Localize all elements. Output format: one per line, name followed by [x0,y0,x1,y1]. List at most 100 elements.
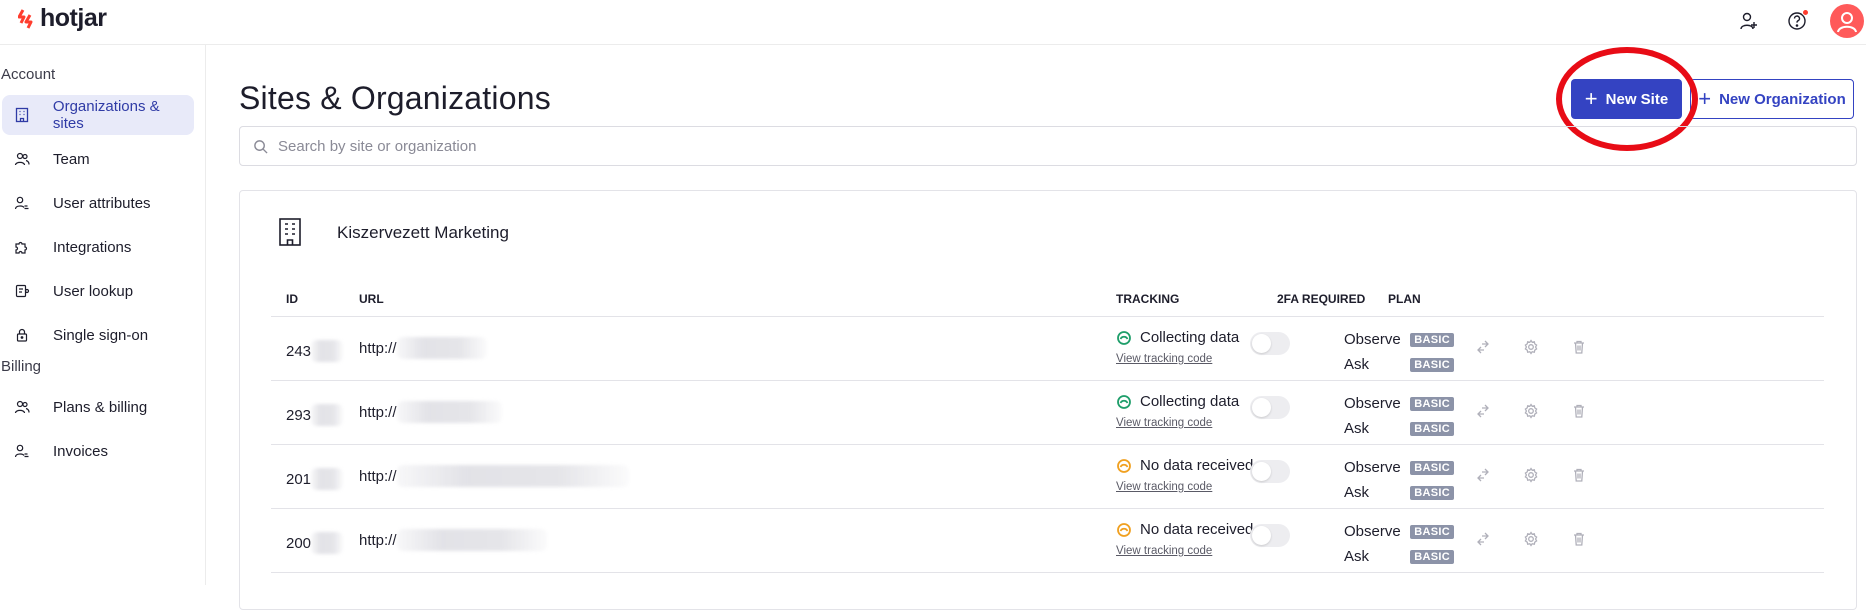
trash-icon[interactable] [1569,337,1589,357]
site-url[interactable]: http:// [359,529,547,551]
plan-info: Observe BASIC Ask BASIC [1344,519,1454,569]
plan-badge: BASIC [1410,396,1454,411]
sidebar-item-label: Organizations & sites [52,98,160,132]
sidebar-item-team[interactable]: Team [2,139,194,179]
sites-table: ID URL TRACKING 2FA REQUIRED PLAN 243 ht… [271,277,1824,573]
help-icon[interactable] [1782,6,1812,36]
column-tracking: TRACKING [1116,292,1180,306]
view-tracking-code-link[interactable]: View tracking code [1116,545,1253,557]
redacted [396,465,629,487]
gear-icon[interactable] [1521,465,1541,485]
sidebar-item-label: User lookup [53,282,134,300]
sidebar-item-label: Plans & billing [53,398,148,416]
user-lookup-icon [12,281,32,301]
plan-badge: BASIC [1410,332,1454,347]
plan-badge: BASIC [1410,524,1454,539]
collecting-status-icon [1117,394,1131,409]
gear-icon[interactable] [1521,337,1541,357]
view-tracking-code-link[interactable]: View tracking code [1116,481,1253,493]
search-field[interactable] [239,126,1857,166]
building-icon [12,105,32,125]
plan-badge: BASIC [1410,549,1454,564]
tracking-status: Collecting data View tracking code [1116,329,1240,365]
sidebar-item-single-sign-on[interactable]: Single sign-on [2,315,194,355]
hotjar-logo[interactable]: hotjar [18,4,107,33]
2fa-toggle[interactable] [1250,460,1290,483]
plans-icon [12,397,32,417]
sidebar-item-user-lookup[interactable]: User lookup [2,271,194,311]
plan-badge: BASIC [1410,485,1454,500]
sidebar-item-label: Integrations [53,238,132,256]
redacted [311,404,344,426]
table-row[interactable]: 201 http:// No data received View tracki… [271,445,1824,509]
transfer-icon[interactable] [1473,401,1493,421]
table-row[interactable]: 200 http:// No data received View tracki… [271,509,1824,573]
sidebar-section-account: Account [1,66,56,83]
view-tracking-code-link[interactable]: View tracking code [1116,353,1239,365]
trash-icon[interactable] [1569,401,1589,421]
sidebar-item-plans-billing[interactable]: Plans & billing [2,387,194,427]
invoices-icon [12,441,32,461]
no-data-status-icon [1117,458,1131,473]
redacted [396,337,487,359]
brand-name: hotjar [40,4,107,32]
collecting-status-icon [1117,330,1131,345]
redacted [311,532,344,554]
column-url: URL [359,292,384,306]
plan-info: Observe BASIC Ask BASIC [1344,391,1454,441]
sidebar-item-invoices[interactable]: Invoices [2,431,194,471]
search-input[interactable] [278,137,878,155]
2fa-toggle[interactable] [1250,524,1290,547]
gear-icon[interactable] [1521,401,1541,421]
sidebar: Account Organizations & sites Team User … [0,45,206,585]
sidebar-item-label: User attributes [53,194,151,212]
row-actions [1473,337,1617,357]
tracking-status: No data received View tracking code [1116,457,1254,493]
search-icon [254,139,268,154]
plan-info: Observe BASIC Ask BASIC [1344,327,1454,377]
2fa-toggle[interactable] [1250,396,1290,419]
row-actions [1473,401,1617,421]
hotjar-logo-icon [18,8,33,29]
view-tracking-code-link[interactable]: View tracking code [1116,417,1239,429]
page-title: Sites & Organizations [239,80,551,116]
sidebar-section-billing: Billing [1,358,42,375]
column-id: ID [286,292,298,306]
top-bar: hotjar [0,0,1866,45]
transfer-icon[interactable] [1473,337,1493,357]
trash-icon[interactable] [1569,529,1589,549]
redacted [396,529,547,551]
sidebar-item-label: Team [53,150,90,168]
site-url[interactable]: http:// [359,465,629,487]
site-id: 201 [286,468,344,490]
plan-badge: BASIC [1410,460,1454,475]
new-organization-button[interactable]: + New Organization [1690,79,1854,119]
notification-dot [1802,9,1809,16]
table-row[interactable]: 293 http:// Collecting data View trackin… [271,381,1824,445]
add-user-icon[interactable] [1734,6,1764,36]
site-id: 243 [286,340,344,362]
organization-card: Kiszervezett Marketing ID URL TRACKING 2… [239,190,1857,610]
site-url[interactable]: http:// [359,401,502,423]
trash-icon[interactable] [1569,465,1589,485]
2fa-toggle[interactable] [1250,332,1290,355]
site-id: 200 [286,532,344,554]
transfer-icon[interactable] [1473,465,1493,485]
sidebar-item-integrations[interactable]: Integrations [2,227,194,267]
table-header: ID URL TRACKING 2FA REQUIRED PLAN [271,277,1824,317]
user-attributes-icon [12,193,32,213]
sidebar-item-user-attributes[interactable]: User attributes [2,183,194,223]
redacted [311,468,344,490]
plus-icon: + [1698,86,1712,111]
sidebar-item-organizations[interactable]: Organizations & sites [2,95,194,135]
gear-icon[interactable] [1521,529,1541,549]
tracking-status: No data received View tracking code [1116,521,1254,557]
table-row[interactable]: 243 http:// Collecting data View trackin… [271,317,1824,381]
transfer-icon[interactable] [1473,529,1493,549]
redacted [396,401,502,423]
site-url[interactable]: http:// [359,337,487,359]
main-content: Sites & Organizations + New Site + New O… [206,45,1866,610]
organization-name: Kiszervezett Marketing [337,223,509,242]
no-data-status-icon [1117,522,1131,537]
avatar-icon[interactable] [1830,4,1864,38]
